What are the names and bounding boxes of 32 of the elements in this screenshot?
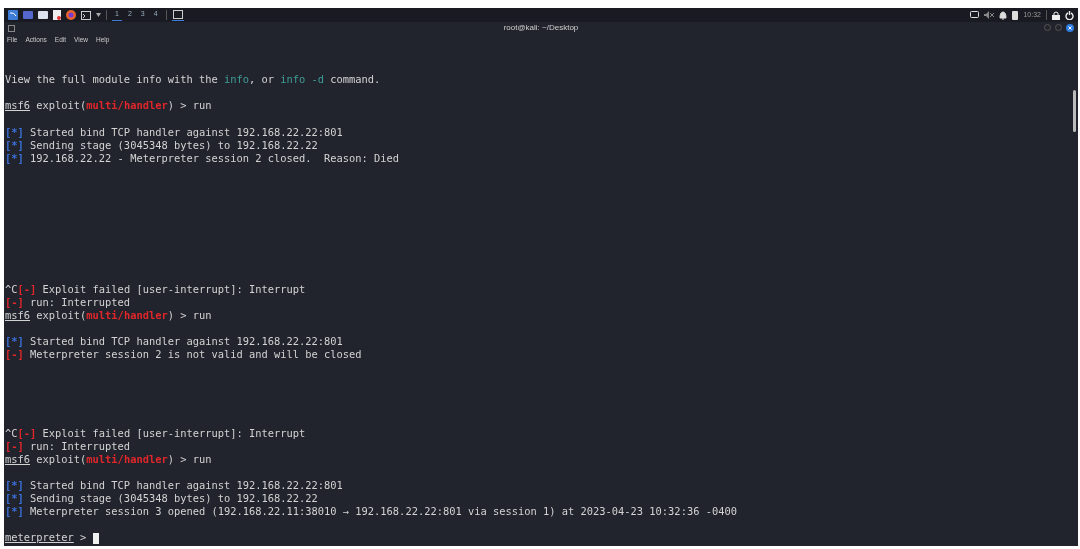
monitor-icon[interactable] (970, 11, 980, 19)
speaker-muted-icon[interactable] (984, 11, 995, 19)
caret-icon[interactable] (96, 13, 101, 17)
terminal-line: [*] Meterpreter session 3 opened (192.168.22.11:38010 → 192.168.22.22:801 via session 1) at 2023-04-23 10:32:36 -0400 (5, 505, 737, 519)
terminal-line: msf6 exploit(multi/handler) > run (5, 452, 212, 466)
terminal-line: [-] run: Interrupted (5, 295, 131, 309)
terminal-line: [*] Started bind TCP handler against 192.168.22.22:801 (5, 479, 343, 493)
bell-icon[interactable] (999, 10, 1008, 20)
power-icon[interactable] (1065, 10, 1074, 20)
terminal-line: [*] Started bind TCP handler against 192.168.22.22:801 (5, 335, 343, 349)
terminal-line: [*] Sending stage (3045348 bytes) to 192.168.22.22 (5, 138, 318, 152)
window-icon (8, 24, 15, 32)
terminal-line: [-] run: Interrupted (5, 439, 131, 453)
terminal-line: View the full module info with the info, or info -d command. (5, 73, 381, 87)
document-icon[interactable] (53, 10, 61, 20)
terminal-line: ^C[-] Exploit failed [user-interrupt]: Interrupt (5, 426, 306, 440)
terminal-line: ^C[-] Exploit failed [user-interrupt]: Interrupt (5, 282, 306, 296)
terminal-line: msf6 exploit(multi/handler) > run (5, 99, 212, 113)
terminal-line: [*] 192.168.22.22 - Meterpreter session 2 closed. Reason: Died (5, 151, 400, 165)
terminal-line: [-] Meterpreter session 2 is not valid and will be closed (5, 348, 362, 362)
battery-icon[interactable] (1012, 10, 1019, 20)
terminal-line: meterpreter > (5, 531, 88, 545)
window-title: root@kali: ~/Desktop (503, 23, 579, 33)
scrollbar-thumb[interactable] (1073, 90, 1076, 132)
terminal-line: [*] Sending stage (3045348 bytes) to 192.168.22.22 (5, 492, 318, 506)
browser-icon[interactable] (66, 10, 76, 20)
lock-icon[interactable] (1052, 10, 1060, 20)
terminal-line: msf6 exploit(multi/handler) > run (5, 308, 212, 322)
terminal-line: [*] Started bind TCP handler against 192.168.22.22:801 (5, 125, 343, 139)
terminal-window-icon[interactable] (171, 9, 184, 21)
close-icon[interactable] (1066, 24, 1074, 32)
terminal-icon[interactable] (81, 10, 91, 20)
